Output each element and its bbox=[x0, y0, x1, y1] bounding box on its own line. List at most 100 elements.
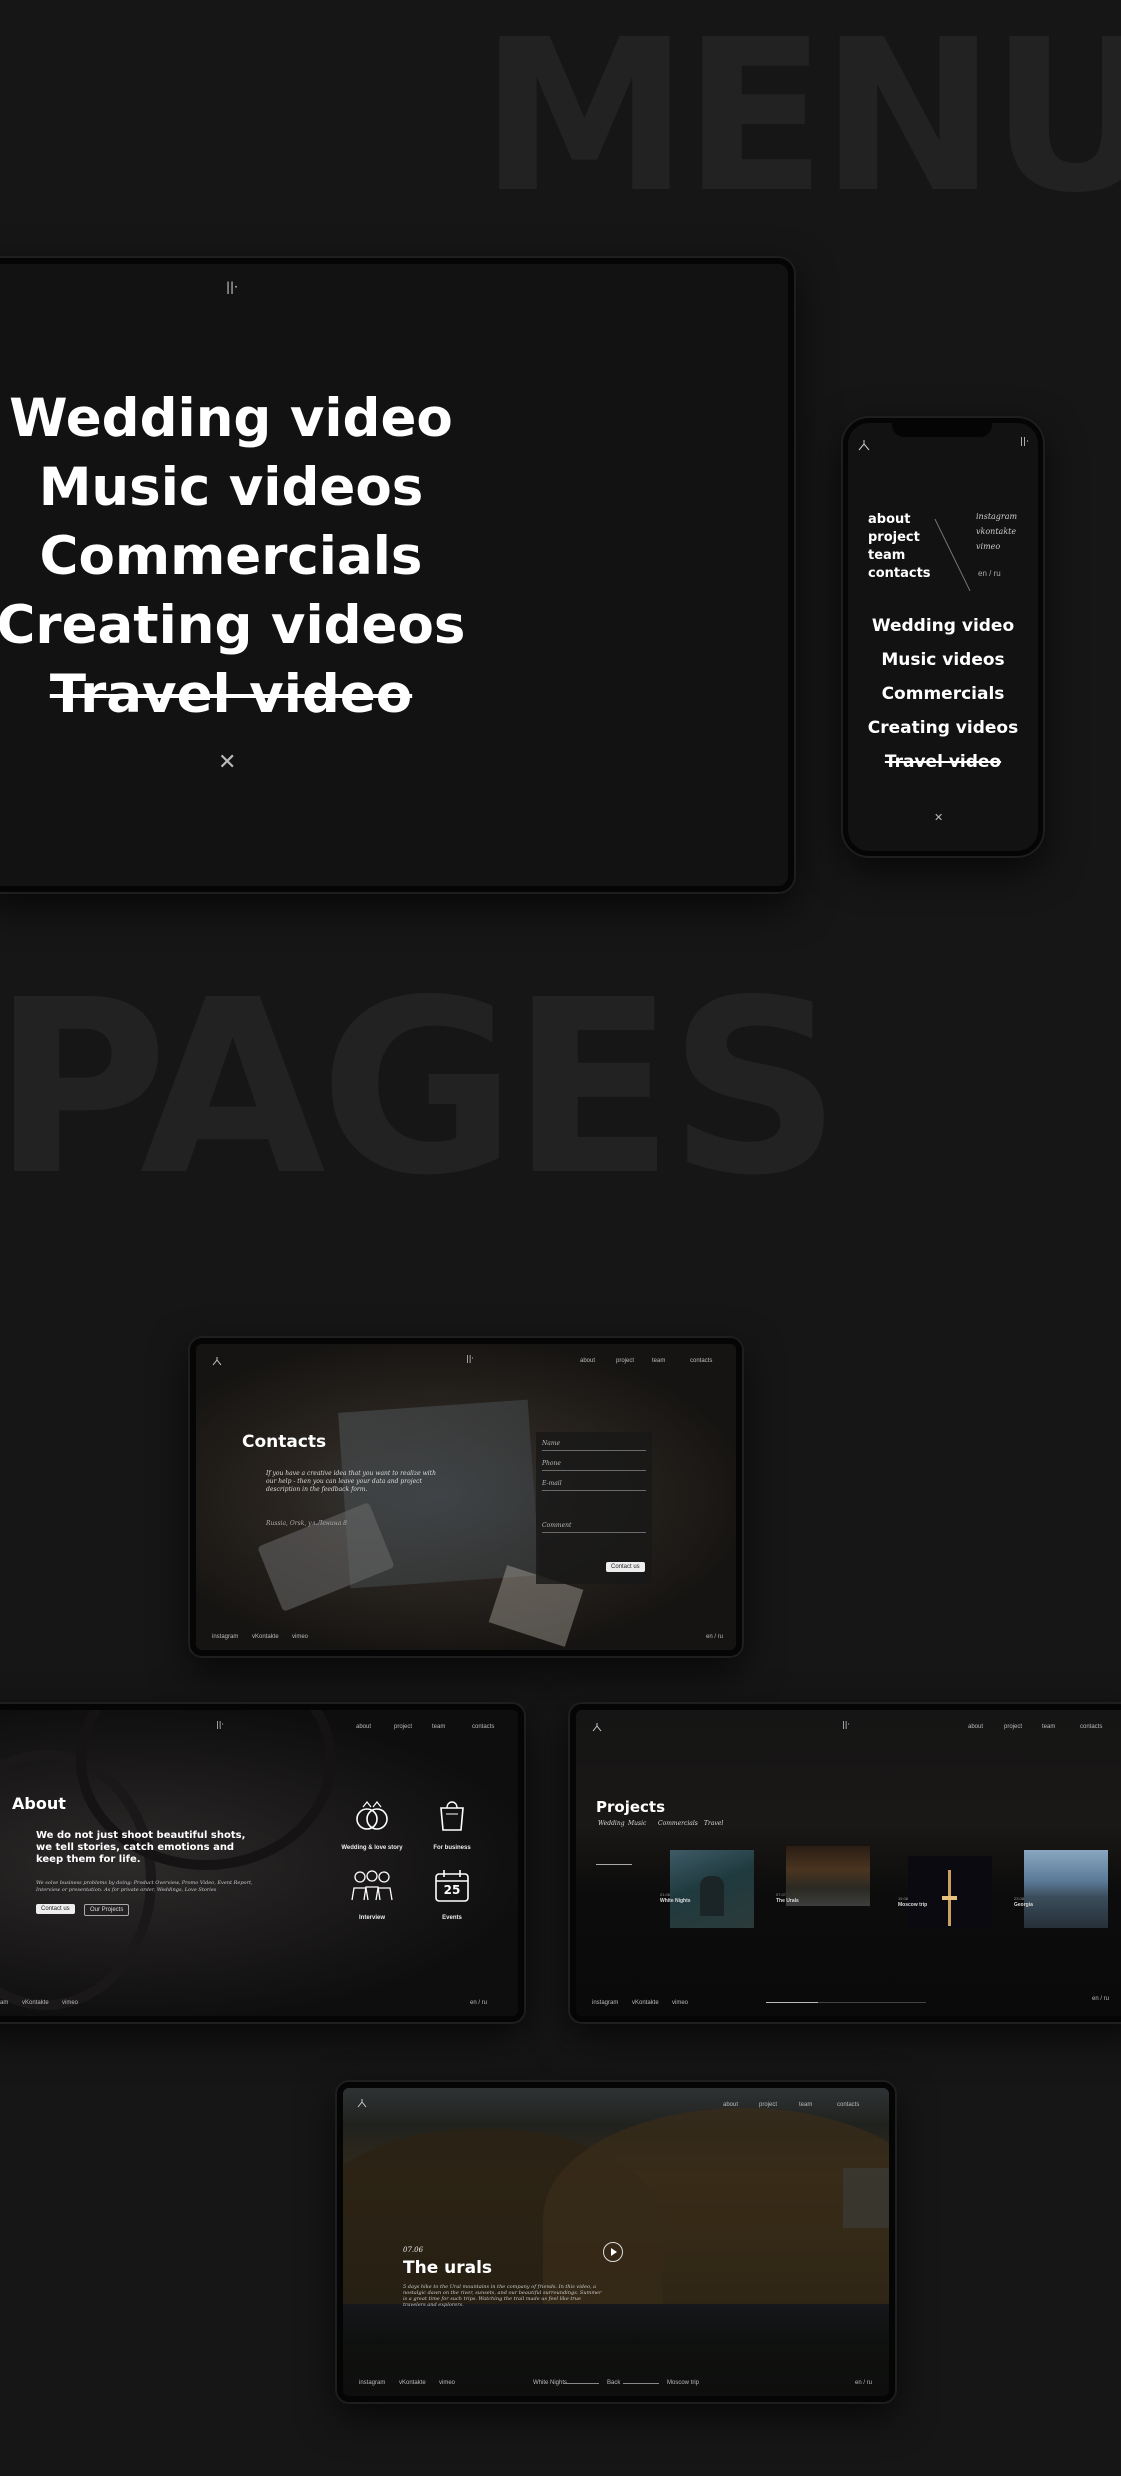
project-date: 15.08 bbox=[898, 1896, 909, 1901]
project-card-white-nights[interactable] bbox=[670, 1850, 754, 1928]
email-field[interactable]: E-mail bbox=[542, 1480, 562, 1487]
nav-project[interactable]: project bbox=[394, 1724, 412, 1730]
logo-icon[interactable] bbox=[212, 1356, 222, 1366]
social-vimeo[interactable]: vimeo bbox=[62, 2000, 78, 2006]
field-underline bbox=[542, 1470, 646, 1471]
social-vkontakte[interactable]: vKontakte bbox=[252, 1634, 279, 1640]
nav-contacts[interactable]: contacts bbox=[837, 2102, 859, 2108]
service-business[interactable]: For business bbox=[416, 1798, 488, 1854]
language-switch[interactable]: en / ru bbox=[706, 1634, 723, 1640]
filter-music[interactable]: Music bbox=[628, 1820, 646, 1827]
language-switch[interactable]: en / ru bbox=[470, 2000, 487, 2006]
service-interview[interactable]: Interview bbox=[336, 1868, 408, 1924]
mobile-social: instagram vkontakte vimeo bbox=[976, 509, 1017, 554]
page-title: Contacts bbox=[242, 1432, 327, 1452]
service-events[interactable]: 25 Events bbox=[416, 1868, 488, 1924]
about-page-screen: ||· about project team contacts About We… bbox=[0, 1704, 524, 2022]
comment-field[interactable]: Comment bbox=[542, 1522, 571, 1529]
phone-field[interactable]: Phone bbox=[542, 1460, 561, 1467]
nav-about[interactable]: about bbox=[580, 1358, 595, 1364]
our-projects-button[interactable]: Our Projects bbox=[84, 1904, 130, 1916]
next-project-link[interactable]: Moscow trip bbox=[667, 2380, 699, 2386]
social-vimeo[interactable]: vimeo bbox=[439, 2380, 455, 2386]
logo-icon[interactable] bbox=[357, 2098, 367, 2108]
feedback-form: Name Phone E-mail Comment Contact us bbox=[536, 1432, 652, 1584]
divider bbox=[934, 518, 971, 592]
social-instagram[interactable]: instagram bbox=[359, 2380, 385, 2386]
nav-project[interactable]: project bbox=[759, 2102, 777, 2108]
project-name: White Nights bbox=[660, 1898, 691, 1904]
nav-team[interactable]: team bbox=[432, 1724, 445, 1730]
menu-item-music[interactable]: Music videos bbox=[848, 643, 1038, 677]
social-vkontakte[interactable]: vkontakte bbox=[976, 524, 1017, 539]
calendar-day: 25 bbox=[443, 1883, 461, 1897]
menu-item-commercials[interactable]: Commercials bbox=[848, 677, 1038, 711]
rings-icon bbox=[356, 1801, 388, 1830]
arrow-left-icon bbox=[563, 2383, 599, 2384]
filter-commercials[interactable]: Commercials bbox=[658, 1820, 698, 1827]
nav-about[interactable]: about bbox=[868, 511, 931, 529]
nav-contacts[interactable]: contacts bbox=[868, 565, 931, 583]
nav-about[interactable]: about bbox=[723, 2102, 738, 2108]
menu-item-wedding[interactable]: Wedding video bbox=[848, 609, 1038, 643]
nav-about[interactable]: about bbox=[356, 1724, 371, 1730]
play-button[interactable] bbox=[603, 2242, 623, 2262]
logo-icon[interactable] bbox=[592, 1722, 602, 1732]
project-name: Moscow trip bbox=[898, 1902, 928, 1908]
language-switch[interactable]: en / ru bbox=[978, 569, 1001, 578]
menu-item-wedding[interactable]: Wedding video bbox=[0, 384, 476, 453]
contact-us-button[interactable]: Contact us bbox=[606, 1562, 645, 1572]
project-card-urals[interactable] bbox=[786, 1846, 870, 1906]
menu-item-music[interactable]: Music videos bbox=[0, 453, 476, 522]
logo-icon[interactable] bbox=[858, 439, 870, 451]
social-vimeo[interactable]: vimeo bbox=[976, 539, 1017, 554]
language-switch[interactable]: en / ru bbox=[855, 2380, 872, 2386]
filter-travel[interactable]: Travel bbox=[704, 1820, 723, 1827]
nav-team[interactable]: team bbox=[1042, 1724, 1055, 1730]
social-instagram[interactable]: instagram bbox=[212, 1634, 238, 1640]
menu-item-travel[interactable]: Travel video bbox=[0, 660, 476, 729]
close-icon[interactable]: ✕ bbox=[218, 750, 236, 775]
river bbox=[343, 2304, 889, 2344]
social-instagram[interactable]: instagram bbox=[976, 509, 1017, 524]
nav-contacts[interactable]: contacts bbox=[472, 1724, 494, 1730]
play-icon bbox=[611, 2248, 617, 2256]
prev-arrow-icon[interactable] bbox=[596, 1864, 632, 1865]
nav-team[interactable]: team bbox=[799, 2102, 812, 2108]
social-vkontakte[interactable]: vKontakte bbox=[632, 2000, 659, 2006]
prev-project-link[interactable]: White Nights bbox=[533, 2380, 567, 2386]
logo-icon[interactable]: ||· bbox=[226, 280, 238, 294]
nav-about[interactable]: about bbox=[968, 1724, 983, 1730]
social-vimeo[interactable]: vimeo bbox=[292, 1634, 308, 1640]
nav-team[interactable]: team bbox=[652, 1358, 665, 1364]
menu-item-creating[interactable]: Creating videos bbox=[848, 711, 1038, 745]
menu-heading: MENU bbox=[480, 0, 1121, 239]
close-icon[interactable]: ✕ bbox=[934, 811, 943, 824]
social-vkontakte[interactable]: vKontakte bbox=[399, 2380, 426, 2386]
about-description: We solve business problems by doing: Pro… bbox=[36, 1880, 253, 1893]
nav-contacts[interactable]: contacts bbox=[1080, 1724, 1102, 1730]
contact-us-button[interactable]: Contact us bbox=[36, 1904, 75, 1914]
nav-project[interactable]: project bbox=[616, 1358, 634, 1364]
filter-wedding[interactable]: Wedding bbox=[598, 1820, 625, 1827]
nav-team[interactable]: team bbox=[868, 547, 931, 565]
project-name: Georgia bbox=[1014, 1902, 1033, 1908]
service-wedding[interactable]: Wedding & love story bbox=[336, 1798, 408, 1854]
social-vimeo[interactable]: vimeo bbox=[672, 2000, 688, 2006]
nav-contacts[interactable]: contacts bbox=[690, 1358, 712, 1364]
nav-project[interactable]: project bbox=[868, 529, 931, 547]
social-vkontakte[interactable]: vKontakte bbox=[22, 2000, 49, 2006]
service-label: For business bbox=[433, 1845, 471, 1851]
menu-item-travel[interactable]: Travel video bbox=[848, 745, 1038, 779]
menu-item-commercials[interactable]: Commercials bbox=[0, 522, 476, 591]
social-instagram[interactable]: instagram bbox=[592, 2000, 618, 2006]
slider-track[interactable] bbox=[766, 2002, 926, 2003]
project-card-moscow[interactable] bbox=[908, 1856, 992, 1928]
nav-project[interactable]: project bbox=[1004, 1724, 1022, 1730]
back-link[interactable]: Back bbox=[607, 2380, 620, 2386]
name-field[interactable]: Name bbox=[542, 1440, 560, 1447]
social-instagram[interactable]: instagram bbox=[0, 2000, 8, 2006]
menu-item-creating[interactable]: Creating videos bbox=[0, 591, 476, 660]
project-card-georgia[interactable] bbox=[1024, 1850, 1108, 1928]
language-switch[interactable]: en / ru bbox=[1092, 1996, 1109, 2002]
